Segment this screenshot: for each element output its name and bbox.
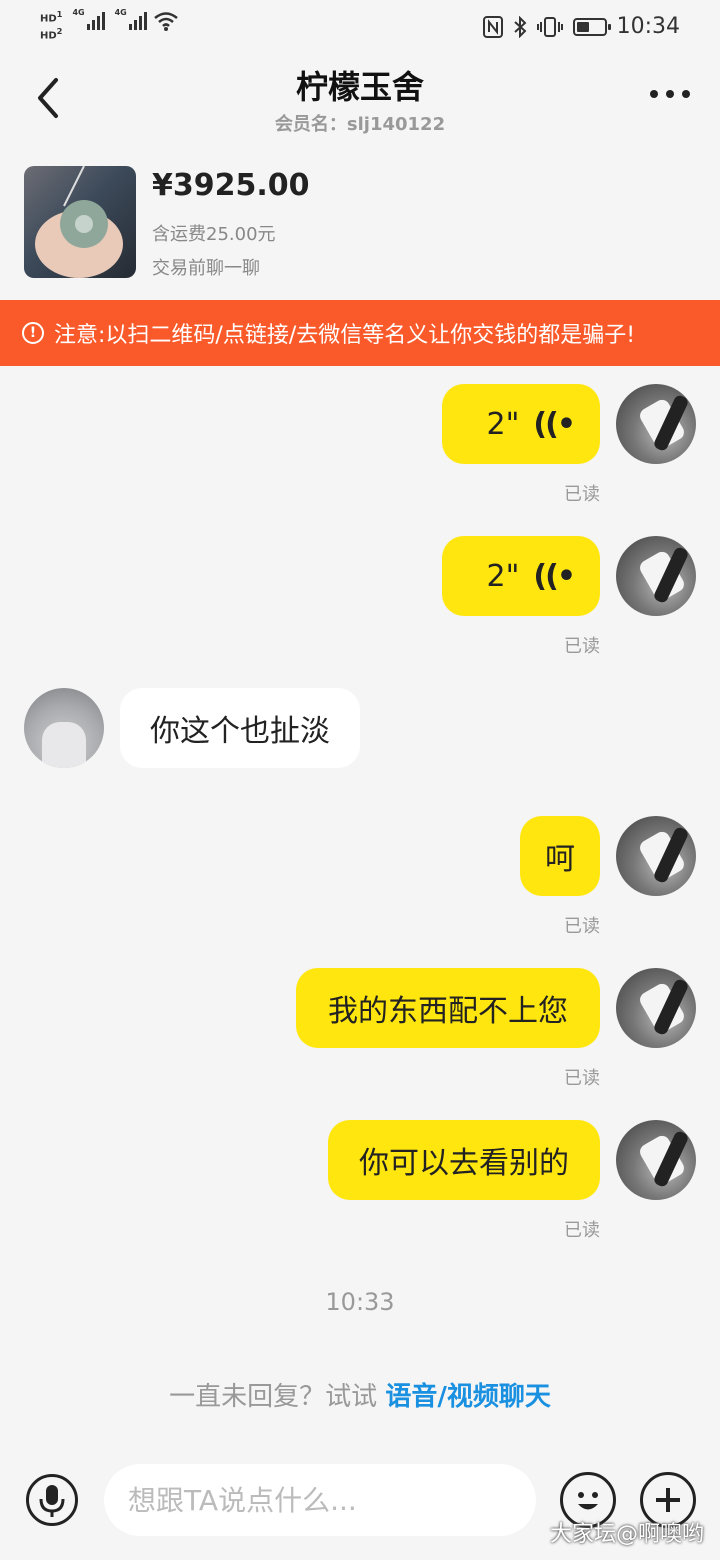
read-status: 已读 xyxy=(564,484,600,505)
voice-duration: 2" xyxy=(486,558,520,594)
nfc-icon xyxy=(482,15,503,38)
my-avatar[interactable] xyxy=(616,968,696,1048)
more-options-icon[interactable] xyxy=(650,90,690,98)
status-bar: HD1 HD2 4G 4G 10:34 xyxy=(0,0,720,54)
microphone-icon[interactable] xyxy=(26,1474,78,1526)
battery-icon xyxy=(572,17,611,36)
voice-duration: 2" xyxy=(486,406,520,442)
watermark: 大家坛@啊噢哟 xyxy=(549,1522,704,1547)
warning-text: 注意:以扫二维码/点链接/去微信等名义让你交钱的都是骗子! xyxy=(54,323,636,348)
chat-timestamp: 10:33 xyxy=(325,1288,395,1316)
voice-message-bubble[interactable]: 2" ((• xyxy=(442,384,600,464)
shipping-info: 含运费25.00元 xyxy=(152,224,276,245)
wifi-icon xyxy=(153,12,178,31)
prompt-text: 一直未回复？试试 xyxy=(169,1382,386,1412)
sent-message-bubble[interactable]: 我的东西配不上您 xyxy=(296,968,600,1048)
hd2-indicator: HD2 xyxy=(40,26,63,42)
message-input[interactable] xyxy=(104,1464,536,1536)
pre-trade-chat-hint: 交易前聊一聊 xyxy=(152,258,260,279)
my-avatar[interactable] xyxy=(616,384,696,464)
signal-icon-2: 4G xyxy=(115,8,147,30)
read-status: 已读 xyxy=(564,636,600,657)
page-title: 柠檬玉舍 xyxy=(295,68,424,106)
status-time: 10:34 xyxy=(616,14,680,39)
sent-message-bubble[interactable]: 呵 xyxy=(520,816,600,896)
scam-warning-banner: ! 注意:以扫二维码/点链接/去微信等名义让你交钱的都是骗子! xyxy=(0,300,720,366)
voice-wave-icon: ((• xyxy=(533,558,576,594)
voice-message-bubble[interactable]: 2" ((• xyxy=(442,536,600,616)
member-name: 会员名：slj140122 xyxy=(274,114,446,135)
product-card[interactable]: ¥3925.00 含运费25.00元 交易前聊一聊 xyxy=(24,166,696,279)
chat-header: 柠檬玉舍 会员名：slj140122 xyxy=(0,54,720,144)
vibrate-icon xyxy=(536,16,563,37)
voice-wave-icon: ((• xyxy=(533,406,576,442)
voice-video-call-link[interactable]: 语音/视频聊天 xyxy=(385,1382,551,1412)
product-price: ¥3925.00 xyxy=(152,168,310,203)
product-thumbnail[interactable] xyxy=(24,166,136,278)
warning-icon: ! xyxy=(22,322,44,344)
sent-message-bubble[interactable]: 你可以去看别的 xyxy=(328,1120,600,1200)
my-avatar[interactable] xyxy=(616,1120,696,1200)
read-status: 已读 xyxy=(564,1068,600,1089)
bluetooth-icon xyxy=(513,15,527,38)
my-avatar[interactable] xyxy=(616,816,696,896)
read-status: 已读 xyxy=(564,916,600,937)
no-reply-prompt: 一直未回复？试试 语音/视频聊天 xyxy=(0,1376,720,1413)
seller-avatar[interactable] xyxy=(24,688,104,768)
read-status: 已读 xyxy=(564,1220,600,1241)
signal-icon: 4G xyxy=(72,8,105,30)
hd1-indicator: HD1 xyxy=(40,9,63,25)
my-avatar[interactable] xyxy=(616,536,696,616)
received-message-bubble[interactable]: 你这个也扯淡 xyxy=(120,688,360,768)
hd-indicators: HD1 HD2 xyxy=(40,8,62,43)
